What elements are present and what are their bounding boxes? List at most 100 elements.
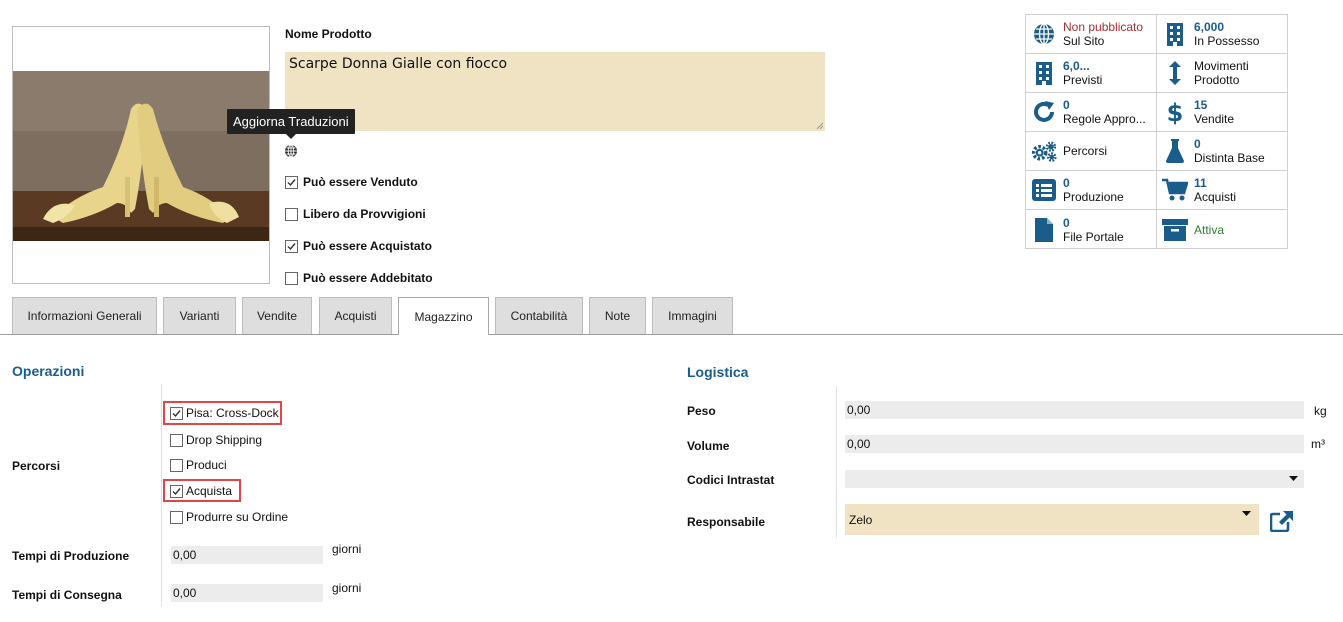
file-icon: [1031, 217, 1057, 243]
production-time-unit: giorni: [332, 542, 362, 556]
route-buy-checkbox[interactable]: [170, 484, 183, 498]
volume-label: Volume: [687, 439, 730, 453]
stat-routes-button[interactable]: Percorsi: [1026, 132, 1157, 171]
stat-reorder-value: 0: [1063, 98, 1070, 112]
weight-unit: kg: [1314, 404, 1327, 418]
stat-forecast-button[interactable]: 6,0... Previsti: [1026, 54, 1157, 93]
delivery-time-label: Tempi di Consegna: [12, 588, 122, 602]
stat-sales-label: Vendite: [1194, 112, 1235, 126]
product-image[interactable]: [12, 26, 270, 284]
product-name-value: Scarpe Donna Gialle con fiocco: [289, 56, 508, 72]
route-dropship-checkbox[interactable]: [170, 433, 183, 447]
stat-active-label: Attiva: [1194, 222, 1225, 237]
dollar-icon: $: [1162, 99, 1188, 125]
route-mto[interactable]: Produrre su Ordine: [170, 510, 288, 524]
can-be-purchased-checkbox[interactable]: [285, 239, 298, 253]
stat-buttons: Non pubblicato Sul Sito 6,000 In Possesso …: [1025, 14, 1288, 249]
tab-purchase[interactable]: Acquisti: [319, 297, 392, 334]
stat-website-label: Sul Sito: [1063, 34, 1105, 48]
product-name-field[interactable]: Scarpe Donna Gialle con fiocco: [285, 52, 825, 131]
translate-tooltip: Aggiorna Traduzioni: [227, 109, 355, 134]
can-be-purchased-row[interactable]: Può essere Acquistato: [285, 239, 432, 253]
svg-text:$: $: [1167, 99, 1184, 125]
operations-title: Operazioni: [12, 363, 85, 379]
cart-icon: [1162, 177, 1188, 203]
route-mto-label: Produrre su Ordine: [186, 510, 289, 524]
delivery-time-input[interactable]: 0,00: [171, 584, 323, 602]
translate-globe-icon[interactable]: [284, 144, 298, 158]
production-time-label: Tempi di Produzione: [12, 549, 130, 563]
can-be-purchased-label: Può essere Acquistato: [303, 239, 432, 253]
weight-input[interactable]: 0,00: [845, 401, 1304, 419]
tab-images[interactable]: Immagini: [652, 297, 733, 334]
routes-label: Percorsi: [12, 459, 61, 473]
route-manufacture-label: Produci: [186, 458, 227, 472]
volume-input[interactable]: 0,00: [845, 435, 1304, 453]
can-be-expensed-label: Può essere Addebitato: [303, 271, 433, 285]
stat-moves-line2: Prodotto: [1194, 73, 1240, 87]
route-buy[interactable]: Acquista: [170, 484, 232, 498]
stat-website-value: Non pubblicato: [1063, 20, 1144, 34]
refresh-icon: [1031, 99, 1057, 125]
intrastat-select[interactable]: [845, 470, 1304, 488]
stat-onhand-button[interactable]: 6,000 In Possesso: [1157, 15, 1288, 54]
stat-moves-button[interactable]: Movimenti Prodotto: [1157, 54, 1288, 93]
route-buy-label: Acquista: [186, 484, 233, 498]
can-be-expensed-row[interactable]: Può essere Addebitato: [285, 271, 433, 285]
can-be-sold-row[interactable]: Può essere Venduto: [285, 175, 418, 189]
external-link-icon[interactable]: [1270, 510, 1294, 532]
route-manufacture[interactable]: Produci: [170, 458, 227, 472]
route-dropship[interactable]: Drop Shipping: [170, 433, 262, 447]
stat-purchases-button[interactable]: 11 Acquisti: [1157, 171, 1288, 210]
stat-reorder-label: Regole Appro...: [1063, 112, 1146, 126]
stat-onhand-value: 6,000: [1194, 20, 1225, 34]
stat-portal-files-button[interactable]: 0 File Portale: [1026, 210, 1157, 249]
stat-forecast-label: Previsti: [1063, 73, 1103, 87]
tabs-divider: [0, 334, 1343, 335]
can-be-sold-label: Può essere Venduto: [303, 175, 418, 189]
tab-inventory[interactable]: Magazzino: [398, 297, 489, 335]
production-time-input[interactable]: 0,00: [171, 546, 323, 564]
route-manufacture-checkbox[interactable]: [170, 458, 183, 472]
globe-icon: [1031, 21, 1057, 47]
route-mto-checkbox[interactable]: [170, 510, 183, 524]
stat-sales-value: 15: [1194, 98, 1208, 112]
stat-purchases-value: 11: [1194, 176, 1207, 190]
stat-bom-label: Distinta Base: [1194, 151, 1265, 165]
can-be-expensed-checkbox[interactable]: [285, 271, 298, 285]
stat-portal-files-label: File Portale: [1063, 229, 1124, 244]
stat-reorder-button[interactable]: 0 Regole Appro...: [1026, 93, 1157, 132]
commission-free-checkbox[interactable]: [285, 207, 298, 221]
list-icon: [1031, 177, 1057, 203]
stat-manufacturing-button[interactable]: 0 Produzione: [1026, 171, 1157, 210]
commission-free-label: Libero da Provvigioni: [303, 207, 426, 221]
stat-active-toggle[interactable]: Attiva: [1157, 210, 1288, 249]
responsible-select[interactable]: Zelo: [845, 504, 1259, 535]
tab-sales[interactable]: Vendite: [242, 297, 312, 334]
can-be-sold-checkbox[interactable]: [285, 175, 298, 189]
stat-manufacturing-label: Produzione: [1063, 190, 1124, 204]
resize-grip-icon[interactable]: [815, 121, 823, 129]
stat-portal-files-value: 0: [1063, 215, 1070, 230]
logistics-divider: [836, 386, 837, 538]
volume-unit: m³: [1311, 437, 1325, 451]
stat-website-button[interactable]: Non pubblicato Sul Sito: [1026, 15, 1157, 54]
tab-variants[interactable]: Varianti: [163, 297, 236, 334]
route-crossdock-checkbox[interactable]: [170, 406, 183, 420]
stat-bom-button[interactable]: 0 Distinta Base: [1157, 132, 1288, 171]
commission-free-row[interactable]: Libero da Provvigioni: [285, 207, 426, 221]
cogs-icon: [1031, 138, 1057, 164]
route-crossdock[interactable]: Pisa: Cross-Dock: [170, 406, 279, 420]
stat-moves-line1: Movimenti: [1194, 59, 1249, 73]
weight-label: Peso: [687, 404, 716, 418]
tab-accounting[interactable]: Contabilità: [495, 297, 583, 334]
flask-icon: [1162, 138, 1188, 164]
product-photo: [13, 27, 269, 283]
caret-down-icon: [1289, 476, 1298, 481]
delivery-time-value: 0,00: [173, 586, 197, 600]
tab-general-info[interactable]: Informazioni Generali: [12, 297, 157, 334]
operations-divider: [161, 384, 162, 606]
tab-notes[interactable]: Note: [589, 297, 646, 334]
stat-sales-button[interactable]: $ 15 Vendite: [1157, 93, 1288, 132]
logistics-title: Logistica: [687, 364, 749, 380]
